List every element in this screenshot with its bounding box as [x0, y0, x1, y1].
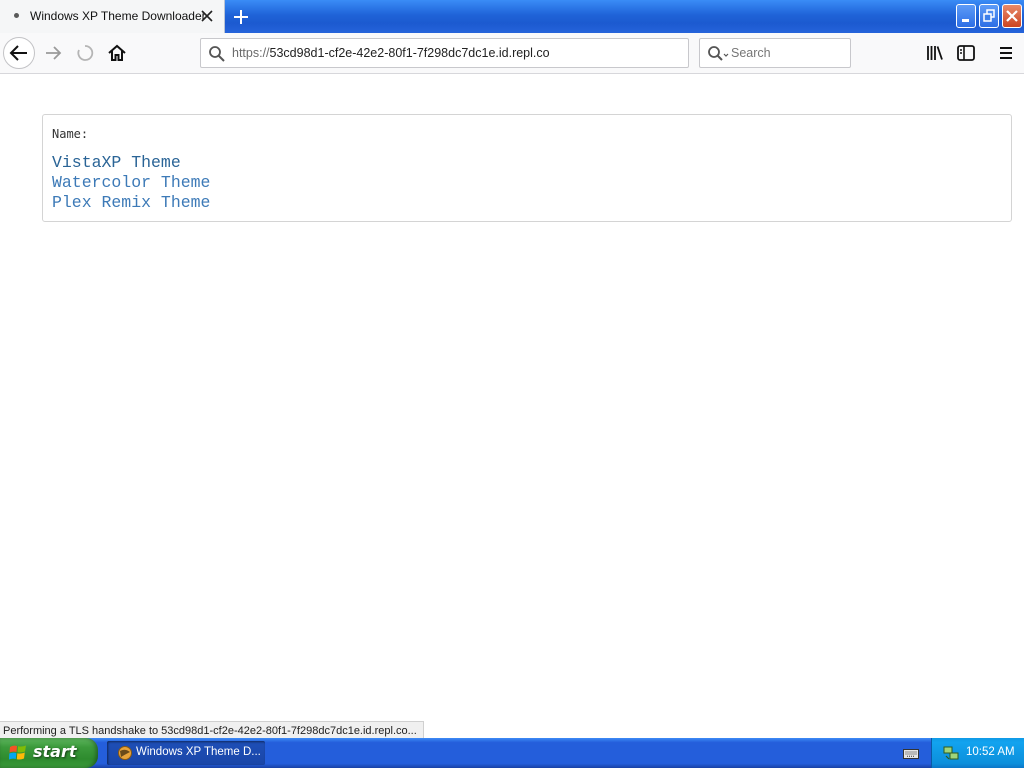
url-host: 53cd98d1-cf2e-42e2-80f1-7f298dc7dc1e.id.…: [269, 46, 550, 60]
close-icon[interactable]: [199, 8, 215, 24]
library-icon[interactable]: [925, 43, 945, 63]
network-icon[interactable]: [942, 744, 960, 762]
back-button[interactable]: [3, 37, 35, 69]
url-scheme: https://: [232, 46, 270, 60]
tab-active[interactable]: Windows XP Theme Downloader: [0, 0, 225, 33]
windows-logo-icon: [9, 745, 26, 760]
url-text[interactable]: https://53cd98d1-cf2e-42e2-80f1-7f298dc7…: [232, 46, 550, 60]
browser-app-icon: [118, 746, 132, 760]
home-icon[interactable]: [107, 43, 127, 63]
theme-link-plex-remix[interactable]: Plex Remix Theme: [52, 193, 210, 213]
theme-list: VistaXP Theme Watercolor Theme Plex Remi…: [52, 153, 210, 213]
system-tray: 10:52 AM: [931, 738, 1024, 768]
title-bar: Windows XP Theme Downloader: [0, 0, 1024, 33]
sidebar-icon[interactable]: [956, 43, 976, 63]
name-label: Name:: [52, 127, 89, 141]
taskbar: start Windows XP Theme D... 10:52 AM: [0, 738, 1024, 768]
theme-link-watercolor[interactable]: Watercolor Theme: [52, 173, 210, 193]
nav-toolbar: https://53cd98d1-cf2e-42e2-80f1-7f298dc7…: [0, 33, 1024, 74]
restore-icon: [983, 9, 995, 22]
search-placeholder: Search: [731, 46, 771, 60]
hamburger-icon[interactable]: [996, 43, 1016, 63]
minimize-icon: [962, 19, 969, 22]
taskbar-item-browser[interactable]: Windows XP Theme D...: [107, 741, 265, 765]
keyboard-icon[interactable]: [903, 748, 919, 760]
taskbar-item-label: Windows XP Theme D...: [136, 746, 261, 758]
arrow-left-icon: [9, 45, 27, 61]
new-tab-plus-icon[interactable]: [230, 6, 252, 28]
window-close-icon: [1006, 10, 1018, 22]
start-button[interactable]: start: [0, 738, 98, 768]
reload-icon[interactable]: [75, 43, 95, 63]
arrow-right-icon[interactable]: [43, 43, 63, 63]
theme-card: Name: VistaXP Theme Watercolor Theme Ple…: [42, 114, 1012, 222]
search-icon: [708, 46, 729, 61]
tab-title: Windows XP Theme Downloader: [30, 9, 206, 23]
clock: 10:52 AM: [966, 746, 1015, 758]
window-close-button[interactable]: [1002, 4, 1022, 28]
tab-favicon-icon: [14, 13, 19, 18]
minimize-button[interactable]: [956, 4, 976, 28]
magnifier-icon: [209, 46, 225, 62]
theme-link-vistaxp[interactable]: VistaXP Theme: [52, 153, 210, 173]
restore-button[interactable]: [979, 4, 999, 28]
search-bar[interactable]: Search: [699, 38, 851, 68]
start-label: start: [33, 742, 77, 761]
url-bar[interactable]: https://53cd98d1-cf2e-42e2-80f1-7f298dc7…: [200, 38, 689, 68]
